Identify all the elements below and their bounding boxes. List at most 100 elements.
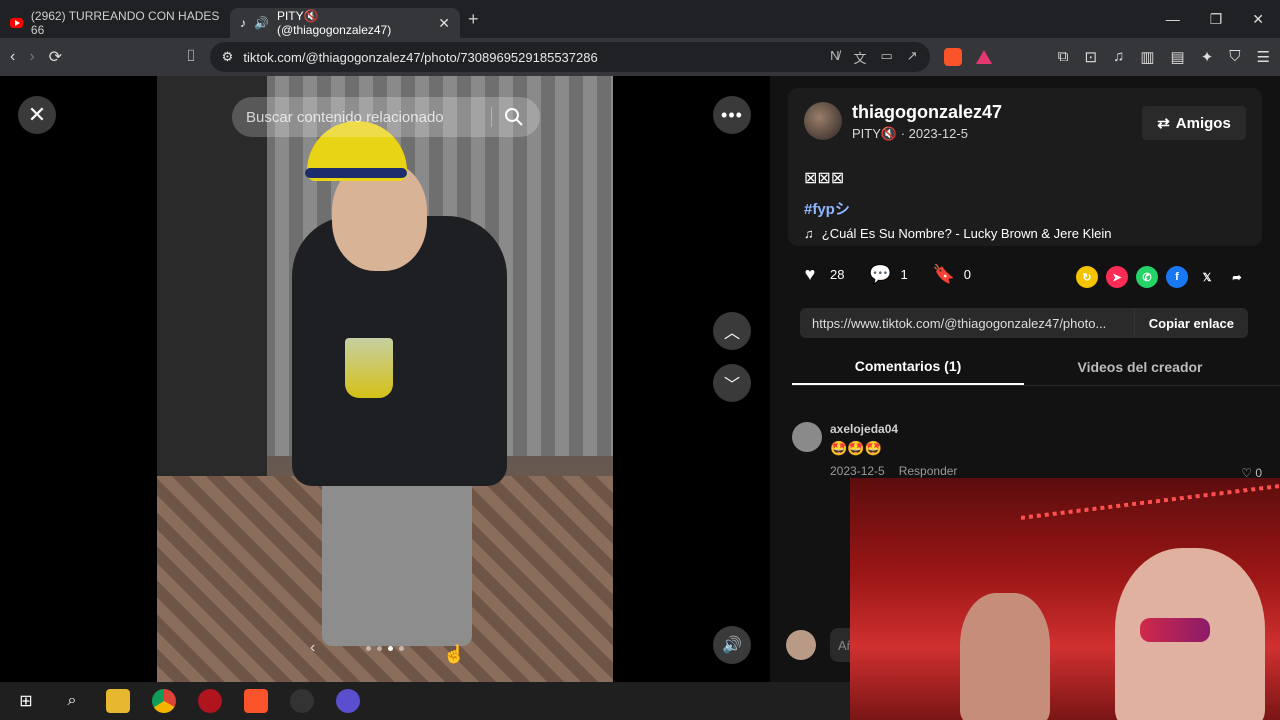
facebook-icon[interactable]: f — [1166, 266, 1188, 288]
carousel-dot[interactable] — [399, 645, 404, 651]
window-close-icon[interactable]: ✕ — [1252, 11, 1264, 28]
like-count: 28 — [830, 266, 845, 282]
post-username[interactable]: thiagogonzalez47 — [852, 102, 1002, 123]
site-settings-icon[interactable]: ⚙ — [222, 49, 234, 65]
tab-comments[interactable]: Comentarios (1) — [792, 348, 1024, 385]
hand-cursor-icon: ☝ — [443, 644, 466, 664]
send-icon[interactable]: ➤ — [1106, 266, 1128, 288]
search-icon[interactable]: ⌕ — [60, 689, 84, 713]
media-icon[interactable]: ♫ — [1113, 48, 1124, 66]
tab-tiktok[interactable]: ♪ 🔊 PITY🔇 (@thiagogonzalez47) ✕ — [230, 8, 460, 38]
comment-meta: 2023-12-5 Responder — [830, 464, 957, 478]
post-music[interactable]: ♫ ¿Cuál Es Su Nombre? - Lucky Brown & Je… — [804, 226, 1111, 241]
copy-link-button[interactable]: Copiar enlace — [1133, 308, 1248, 338]
tab-youtube[interactable]: (2962) TURREANDO CON HADES 66 — [0, 8, 230, 38]
close-button[interactable]: ✕ — [18, 96, 56, 134]
comment-username[interactable]: axelojeda04 — [830, 422, 898, 436]
obs-icon[interactable] — [336, 689, 360, 713]
more-options-button[interactable]: ••• — [713, 96, 751, 134]
chevron-up-icon: ︿ — [723, 325, 740, 342]
new-tab-button[interactable]: + — [468, 9, 479, 30]
minimize-icon[interactable]: — — [1166, 11, 1180, 28]
translate-icon[interactable]: 文 — [853, 48, 866, 67]
cast-icon[interactable]: ▭ — [880, 48, 892, 67]
post-nickname: PITY🔇 — [852, 126, 898, 141]
x-icon[interactable]: 𝕏 — [1196, 266, 1218, 288]
no-translate-icon[interactable]: N̸ — [830, 48, 839, 67]
menu-icon[interactable]: ☰ — [1257, 48, 1270, 66]
tab-title: (2962) TURREANDO CON HADES 66 — [30, 9, 220, 37]
brave-rewards-icon[interactable] — [975, 50, 992, 64]
address-bar-icons: N̸ 文 ▭ ↗ — [830, 48, 918, 67]
recording-app-icon[interactable] — [290, 689, 314, 713]
friends-button[interactable]: ⇄ Amigos — [1142, 106, 1246, 140]
friends-label: Amigos — [1175, 114, 1231, 132]
post-date: 2023-12-5 — [908, 126, 968, 141]
volume-icon: 🔊 — [722, 637, 742, 654]
windows-start-icon[interactable]: ⊞ — [14, 689, 38, 713]
youtube-icon — [10, 18, 23, 28]
post-description-card: thiagogonzalez47 PITY🔇 · 2023-12-5 ⇄ Ami… — [788, 88, 1262, 246]
carousel-dots — [366, 645, 404, 651]
back-icon[interactable]: ‹ — [10, 48, 15, 66]
reload-icon[interactable]: ⟳ — [49, 47, 62, 67]
comment-action[interactable]: 💬 1 — [869, 264, 908, 284]
next-post-button[interactable]: ﹀ — [713, 364, 751, 402]
tab-close-icon[interactable]: ✕ — [438, 15, 450, 32]
volume-button[interactable]: 🔊 — [713, 626, 751, 664]
extensions-icon[interactable]: ⧉ — [1058, 48, 1069, 66]
comment-avatar[interactable] — [792, 422, 822, 452]
reply-button[interactable]: Responder — [899, 464, 958, 478]
like-action[interactable]: ♥ 28 — [800, 263, 845, 284]
search-divider — [491, 107, 492, 127]
search-icon[interactable] — [504, 107, 524, 127]
file-explorer-icon[interactable] — [106, 689, 130, 713]
post-hashtag[interactable]: #fypシ — [804, 198, 850, 219]
bookmark-icon: 🔖 — [932, 263, 955, 284]
browser-tabbar: (2962) TURREANDO CON HADES 66 ♪ 🔊 PITY🔇 … — [0, 0, 1280, 38]
address-bar[interactable]: ⚙ tiktok.com/@thiagogonzalez47/photo/730… — [209, 42, 930, 72]
list-item: axelojeda04 🤩🤩🤩 2023-12-5 Responder ♡ 0 — [792, 418, 1262, 480]
share-icon[interactable]: ↗ — [907, 48, 918, 67]
post-link[interactable]: https://www.tiktok.com/@thiagogonzalez47… — [812, 316, 1106, 331]
photo-cap-brim — [305, 168, 407, 178]
chrome-icon[interactable] — [152, 689, 176, 713]
leo-icon[interactable]: ✦ — [1201, 48, 1214, 66]
comment-date: 2023-12-5 — [830, 464, 885, 478]
browser-toolbar: ‹ › ⟳ ⌷ ⚙ tiktok.com/@thiagogonzalez47/p… — [0, 38, 1280, 76]
save-action[interactable]: 🔖 0 — [932, 263, 971, 284]
photo-viewer: ✕ Buscar contenido relacionado ••• ︿ ﹀ 🔊… — [0, 76, 770, 682]
webcam-person-left — [960, 593, 1050, 720]
repost-icon[interactable]: ↻ — [1076, 266, 1098, 288]
app-red-icon[interactable] — [198, 689, 222, 713]
previous-post-button[interactable]: ︿ — [713, 312, 751, 350]
brave-shields-icon[interactable] — [943, 48, 962, 66]
brave-icon[interactable] — [244, 689, 268, 713]
carousel-dot-active[interactable] — [388, 645, 393, 651]
browser-extensions: ⧉ ⊡ ♫ ▥ ▤ ✦ ⛉ ☰ — [1058, 48, 1270, 66]
restore-icon[interactable]: ❐ — [1210, 11, 1223, 28]
search-placeholder: Buscar contenido relacionado — [246, 108, 444, 126]
forward-icon[interactable]: › — [29, 48, 34, 66]
post-link-row: https://www.tiktok.com/@thiagogonzalez47… — [800, 308, 1248, 338]
screenshot-icon[interactable]: ⊡ — [1085, 48, 1098, 66]
sidebar-icon[interactable]: ▥ — [1140, 48, 1154, 66]
heart-icon: ♥ — [804, 263, 816, 284]
tab-creator-videos[interactable]: Videos del creador — [1024, 348, 1256, 385]
comment-count: 1 — [900, 266, 908, 282]
bookmark-icon[interactable]: ⌷ — [186, 48, 196, 66]
carousel-dot[interactable] — [366, 645, 371, 651]
photo-carousel-controls: ‹ › — [310, 636, 460, 660]
vpn-icon[interactable]: ⛉ — [1229, 48, 1240, 66]
whatsapp-icon[interactable]: ✆ — [1136, 266, 1158, 288]
search-input[interactable]: Buscar contenido relacionado — [232, 97, 540, 137]
avatar[interactable] — [804, 102, 842, 140]
carousel-prev-icon[interactable]: ‹ — [310, 639, 315, 657]
tab-title: PITY🔇 (@thiagogonzalez47) — [276, 9, 392, 37]
chevron-down-icon: ﹀ — [723, 377, 740, 394]
share-arrow-icon[interactable]: ➦ — [1226, 266, 1248, 288]
post-photo — [157, 76, 613, 682]
carousel-dot[interactable] — [377, 645, 382, 651]
wallet-icon[interactable]: ▤ — [1171, 48, 1185, 66]
music-title: ¿Cuál Es Su Nombre? - Lucky Brown & Jere… — [821, 226, 1112, 241]
